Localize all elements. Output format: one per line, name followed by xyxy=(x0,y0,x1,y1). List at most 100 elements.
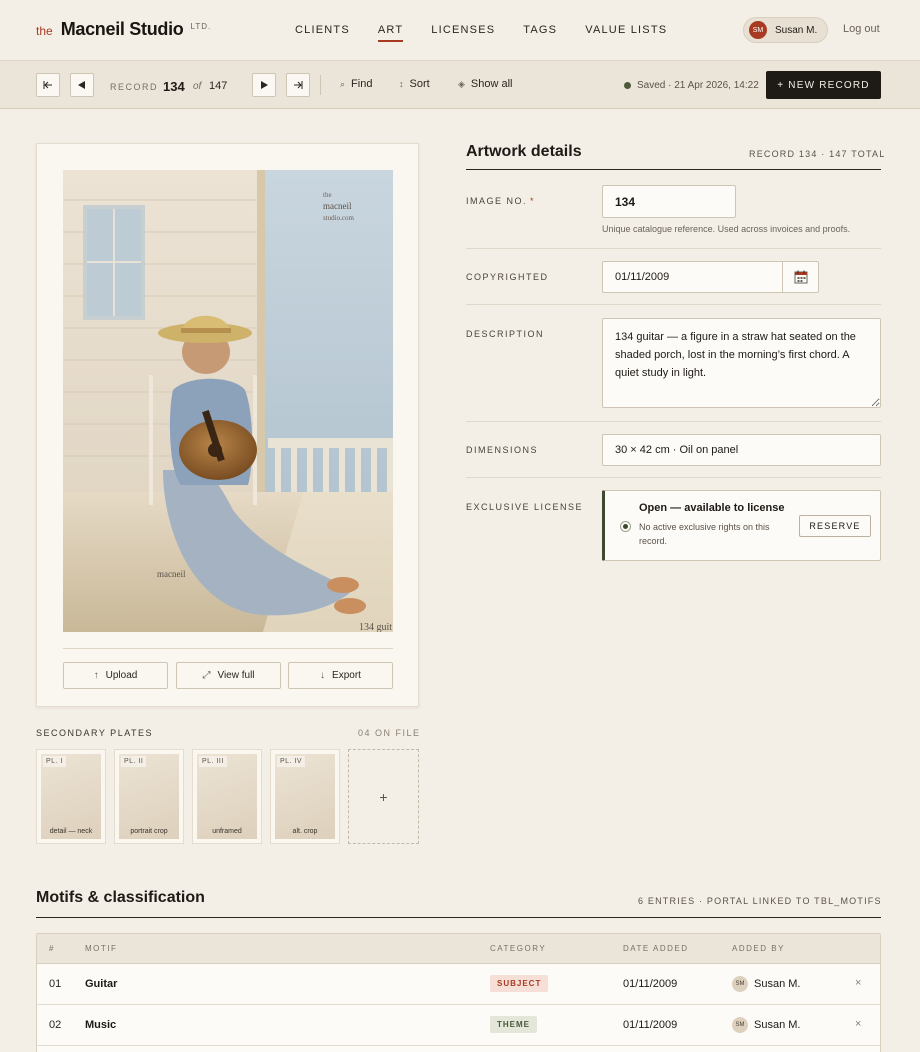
export-label: Export xyxy=(332,670,361,681)
find-button[interactable]: ⌕ Find xyxy=(340,78,372,90)
brand-prefix: the xyxy=(36,24,53,38)
column-header[interactable]: # xyxy=(49,944,55,953)
table-row[interactable]: 02 Music THEME 01/11/2009 SM Susan M. × xyxy=(37,1005,880,1046)
license-status-title: Open — available to license xyxy=(639,502,785,514)
image-no-field[interactable]: 134 xyxy=(602,185,736,218)
details-rule xyxy=(466,169,881,170)
dimensions-field[interactable]: 30 × 42 cm · Oil on panel xyxy=(602,434,881,466)
plate-thumbnail[interactable]: PL. IV alt. crop xyxy=(270,749,340,844)
main-nav: CLIENTS ART LICENSES TAGS VALUE LISTS xyxy=(295,24,695,42)
avatar: SM xyxy=(749,21,767,39)
column-header[interactable]: DATE ADDED xyxy=(623,944,689,953)
description-field[interactable]: 134 guitar — a figure in a straw hat sea… xyxy=(602,318,881,408)
license-label: EXCLUSIVE LICENSE xyxy=(466,502,584,512)
nav-value-lists[interactable]: VALUE LISTS xyxy=(585,24,667,42)
motifs-title: Motifs & classification xyxy=(36,889,205,906)
date-added: 01/11/2009 xyxy=(623,978,678,990)
upload-button[interactable]: ↑ Upload xyxy=(63,662,168,689)
plate-tag: PL. III xyxy=(199,756,227,767)
row-number: 01 xyxy=(49,978,62,990)
image-no-hint: Unique catalogue reference. Used across … xyxy=(602,224,851,234)
date-added: 01/11/2009 xyxy=(623,1019,678,1031)
expand-icon: ⤢ xyxy=(202,670,211,681)
motifs-meta: 6 ENTRIES · PORTAL LINKED TO TBL_MOTIFS xyxy=(638,896,882,906)
column-header[interactable]: MOTIF xyxy=(85,944,117,953)
plate-caption: detail — neck xyxy=(49,828,93,835)
top-navigation: the Macneil Studio LTD. CLIENTS ART LICE… xyxy=(0,0,920,60)
last-record-icon xyxy=(294,81,303,89)
record-label: RECORD xyxy=(110,82,159,92)
column-header[interactable]: ADDED BY xyxy=(732,944,785,953)
plate-thumbnail[interactable]: PL. III unframed xyxy=(192,749,262,844)
plate-caption: unframed xyxy=(212,828,242,835)
triangle-right-icon xyxy=(261,81,268,89)
add-plate-button[interactable]: + xyxy=(348,749,419,844)
sort-button[interactable]: ↕ Sort xyxy=(399,78,430,90)
field-divider xyxy=(466,304,881,305)
reserve-button[interactable]: RESERVE xyxy=(799,515,871,537)
export-button[interactable]: ↓ Export xyxy=(288,662,393,689)
description-label: DESCRIPTION xyxy=(466,329,545,339)
delete-row-button[interactable]: × xyxy=(855,977,861,989)
nav-licenses[interactable]: LICENSES xyxy=(431,24,495,42)
artwork-image[interactable]: the macneil studio.com macneil 134 guit xyxy=(63,170,393,632)
motifs-rule xyxy=(36,917,881,918)
view-full-label: View full xyxy=(217,670,255,681)
nav-tags[interactable]: TAGS xyxy=(523,24,557,42)
secondary-plates-title: SECONDARY PLATES xyxy=(36,728,154,738)
find-label: Find xyxy=(351,78,373,90)
record-current: 134 xyxy=(163,79,185,94)
triangle-left-icon xyxy=(78,81,85,89)
image-card: the macneil studio.com macneil 134 guit … xyxy=(36,143,419,707)
record-of: of xyxy=(193,81,202,92)
first-record-button[interactable] xyxy=(36,73,60,97)
avatar: SM xyxy=(732,1017,748,1033)
plate-tag: PL. IV xyxy=(277,756,306,767)
upload-label: Upload xyxy=(105,670,138,681)
copyrighted-label: COPYRIGHTED xyxy=(466,272,549,282)
plate-tag: PL. I xyxy=(43,756,66,767)
artwork-caption: 134 guit xyxy=(359,622,392,632)
plate-tag: PL. II xyxy=(121,756,147,767)
view-full-button[interactable]: ⤢ View full xyxy=(176,662,281,689)
user-menu[interactable]: SM Susan M. xyxy=(743,17,829,43)
search-icon: ⌕ xyxy=(340,78,346,89)
logout-link[interactable]: Log out xyxy=(843,23,880,35)
brand-suffix: LTD. xyxy=(190,22,212,31)
row-number: 02 xyxy=(49,1019,62,1031)
show-all-button[interactable]: ◈ Show all xyxy=(458,78,513,90)
record-toolbar: RECORD 134 of 147 ⌕ Find ↕ Sort ◈ Show a… xyxy=(0,60,920,109)
user-name: Susan M. xyxy=(775,24,818,36)
license-status-card: Open — available to license No active ex… xyxy=(602,490,881,561)
toolbar-divider xyxy=(320,75,321,95)
date-picker-button[interactable] xyxy=(782,261,819,293)
calendar-icon xyxy=(794,270,808,284)
details-title: Artwork details xyxy=(466,143,582,160)
next-record-button[interactable] xyxy=(252,73,276,97)
last-record-button[interactable] xyxy=(286,73,310,97)
table-row[interactable]: 01 Guitar SUBJECT 01/11/2009 SM Susan M.… xyxy=(37,964,880,1005)
artwork-illustration: the macneil studio.com macneil 134 guit xyxy=(63,170,393,632)
previous-record-button[interactable] xyxy=(70,73,94,97)
column-header[interactable]: CATEGORY xyxy=(490,944,546,953)
new-record-button[interactable]: + NEW RECORD xyxy=(766,71,881,99)
brand-logo[interactable]: the Macneil Studio LTD. xyxy=(36,19,211,40)
added-by: SM Susan M. xyxy=(732,1017,800,1033)
license-radio[interactable] xyxy=(620,521,631,532)
added-by: SM Susan M. xyxy=(732,976,800,992)
plate-caption: alt. crop xyxy=(292,828,318,835)
category-badge: SUBJECT xyxy=(490,975,549,992)
diamond-icon: ◈ xyxy=(458,78,465,89)
sort-icon: ↕ xyxy=(399,79,404,89)
field-divider xyxy=(466,477,881,478)
dimensions-label: DIMENSIONS xyxy=(466,445,539,455)
nav-art[interactable]: ART xyxy=(377,24,404,42)
nav-clients[interactable]: CLIENTS xyxy=(295,24,350,42)
plate-thumbnail[interactable]: PL. II portrait crop xyxy=(114,749,184,844)
show-all-label: Show all xyxy=(470,78,513,90)
details-meta: RECORD 134 · 147 TOTAL xyxy=(749,149,886,159)
artwork-signature: macneil xyxy=(157,569,186,579)
delete-row-button[interactable]: × xyxy=(855,1018,861,1030)
save-status-text: Saved · 21 Apr 2026, 14:22 xyxy=(637,80,759,91)
plate-thumbnail[interactable]: PL. I detail — neck xyxy=(36,749,106,844)
